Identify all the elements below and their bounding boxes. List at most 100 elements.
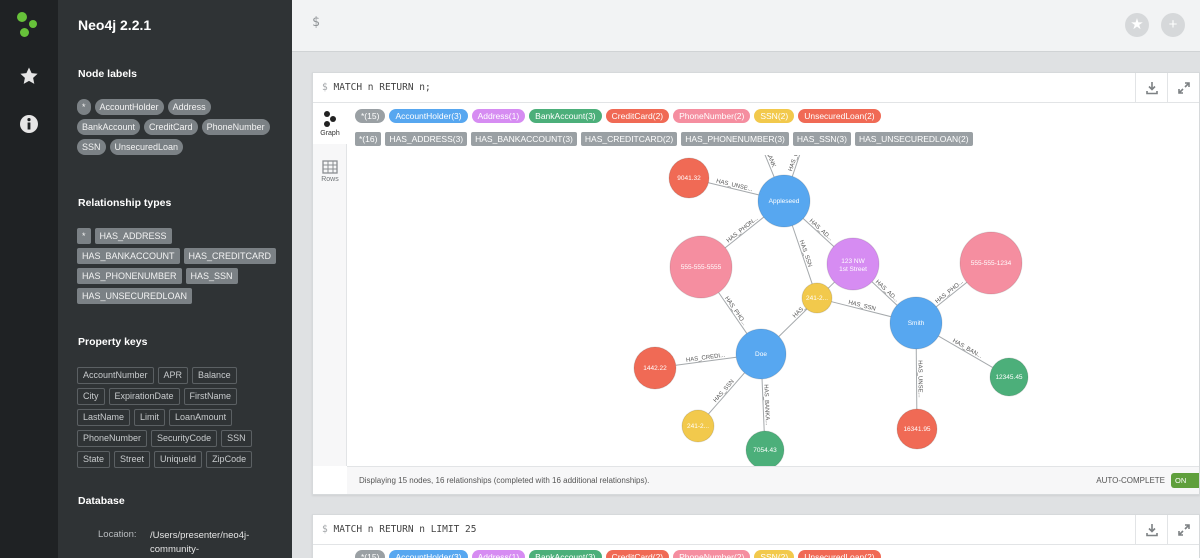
graph-canvas[interactable]: HAS_UNSE...HAS_PHON... HAS_AD...HAS_SSNHA… [348,155,1200,467]
relationship-edge[interactable]: BANK [761,155,776,178]
property-key-chip-phonenumber[interactable]: PhoneNumber [77,430,148,447]
property-key-chip-accountnumber[interactable]: AccountNumber [77,367,154,384]
relationship-edge[interactable]: HAS_PHO... [718,292,748,334]
expand-icon[interactable] [1167,515,1199,545]
node-label-chip-accountholder[interactable]: AccountHolder [94,99,164,115]
relationship-type-chip-has-bankaccount[interactable]: HAS_BANKACCOUNT [77,248,180,264]
graph-node-address[interactable]: 123 NW 1st Street [826,237,880,291]
graph-view-tab[interactable]: Graph [313,104,347,144]
legend-rel-16[interactable]: *(16) [355,132,382,146]
autocomplete-toggle[interactable]: ON [1171,473,1199,488]
legend-rel-has-bankaccount-3[interactable]: HAS_BANKACCOUNT(3) [471,132,577,146]
info-icon[interactable] [14,109,44,139]
property-key-chip-state[interactable]: State [77,451,111,468]
legend-label-address-1[interactable]: Address(1) [471,550,526,558]
legend-label-bankaccount-3[interactable]: BankAccount(3) [529,550,602,558]
legend-label-creditcard-2[interactable]: CreditCard(2) [605,109,670,123]
download-icon[interactable] [1135,515,1167,545]
graph-node-ssn1[interactable]: 241-2... [801,282,833,314]
property-key-chip-city[interactable]: City [77,388,105,405]
relationship-edge[interactable]: HAS_PHON... [724,216,764,249]
legend-label-accountholder-3[interactable]: AccountHolder(3) [389,109,468,123]
node-label-chip-bankaccount[interactable]: BankAccount [77,119,141,135]
relationship-type-chip-has-ssn[interactable]: HAS_SSN [185,268,238,284]
property-key-chip-balance[interactable]: Balance [192,367,237,384]
relationship-type-chip-has-address[interactable]: HAS_ADDRESS [94,228,172,244]
relationship-type-chip-has-unsecuredloan[interactable]: HAS_UNSECUREDLOAN [77,288,193,304]
legend-rel-has-address-3[interactable]: HAS_ADDRESS(3) [385,132,468,146]
graph-node-smith[interactable]: Smith [889,296,943,350]
property-key-chip-expirationdate[interactable]: ExpirationDate [108,388,180,405]
graph-node-appleseed[interactable]: Appleseed [757,174,811,228]
query-editor[interactable]: $ ★ + [292,0,1200,52]
relationship-edge[interactable]: HAS_UNSE... [708,179,759,196]
relationship-type-chip-has-phonenumber[interactable]: HAS_PHONENUMBER [77,268,182,284]
run-query-plus-icon[interactable]: + [1161,13,1185,37]
property-key-chip-ssn[interactable]: SSN [221,430,252,447]
legend-label-ssn-2[interactable]: SSN(2) [754,550,795,558]
node-label-chip-phonenumber[interactable]: PhoneNumber [201,119,270,135]
graph-node-cc1[interactable]: 1442.22 [633,346,677,390]
graph-node-phone1[interactable]: 555-555-5555 [669,235,733,299]
graph-node-loan2[interactable]: 16341.95 [896,408,938,450]
node-label-chip-ssn[interactable]: SSN [77,139,106,155]
legend-label-phonenumber-2[interactable]: PhoneNumber(2) [673,109,751,123]
property-key-chip-firstname[interactable]: FirstName [183,388,238,405]
favorite-query-star-icon[interactable]: ★ [1125,13,1149,37]
frame-2-query[interactable]: $ MATCH n RETURN n LIMIT 25 [322,524,476,535]
relationship-edge[interactable]: HAS_BAN... [938,335,993,368]
graph-node-bank2[interactable]: 12345.45 [989,357,1029,397]
relationship-edge[interactable]: HAS_AD... [871,279,899,306]
legend-rel-has-phonenumber-3[interactable]: HAS_PHONENUMBER(3) [681,132,789,146]
graph-node-bank1[interactable]: 7054.43 [745,430,785,467]
relationship-edge[interactable]: HAS_SSN [831,300,891,318]
relationship-edge[interactable]: HAS_AD... [802,218,835,247]
legend-label-ssn-2[interactable]: SSN(2) [754,109,795,123]
graph-node-ssn2[interactable]: 241-2... [681,409,715,443]
relationship-type-chip-all[interactable]: * [77,228,91,244]
relationship-label: BANK [764,155,776,169]
legend-label-accountholder-3[interactable]: AccountHolder(3) [389,550,468,558]
property-key-chip-street[interactable]: Street [114,451,151,468]
legend-label-bankaccount-3[interactable]: BankAccount(3) [529,109,602,123]
relationship-edge[interactable]: HAS_CREDI... [675,353,737,366]
node-label-chip-creditcard[interactable]: CreditCard [144,119,198,135]
relationship-edge[interactable]: HAS_BANKA... [761,378,770,432]
download-icon[interactable] [1135,73,1167,103]
property-key-chip-loanamount[interactable]: LoanAmount [169,409,233,426]
legend-rel-has-unsecuredloan-2[interactable]: HAS_UNSECUREDLOAN(2) [854,132,973,146]
property-key-chip-limit[interactable]: Limit [134,409,166,426]
favorites-star-icon[interactable] [14,61,44,91]
relationship-edge[interactable]: HAS_SSN [708,372,745,415]
property-key-chip-lastname[interactable]: LastName [77,409,131,426]
property-key-chip-securitycode[interactable]: SecurityCode [151,430,218,447]
relationship-edge[interactable]: HAS_PHO... [935,279,968,308]
legend-label-unsecuredloan-2[interactable]: UnsecuredLoan(2) [798,109,881,123]
relationship-type-chip-has-creditcard[interactable]: HAS_CREDITCARD [183,248,277,264]
legend-label-15[interactable]: *(15) [355,109,386,123]
legend-label-15[interactable]: *(15) [355,550,386,558]
relationship-edge[interactable]: HAS_UNSE... [915,348,923,410]
legend-label-phonenumber-2[interactable]: PhoneNumber(2) [673,550,751,558]
expand-icon[interactable] [1167,73,1199,103]
icon-rail [0,0,58,558]
node-label-chip-all[interactable]: * [77,99,91,115]
graph-node-loan1[interactable]: 9041.32 [668,157,710,199]
legend-label-address-1[interactable]: Address(1) [471,109,526,123]
node-label-chip-address[interactable]: Address [167,99,211,115]
relationship-label: HAS_AD... [808,218,834,242]
legend-label-unsecuredloan-2[interactable]: UnsecuredLoan(2) [798,550,881,558]
node-label-chip-unsecuredloan[interactable]: UnsecuredLoan [109,139,184,155]
legend-rel-has-creditcard-2[interactable]: HAS_CREDITCARD(2) [580,132,678,146]
legend-rel-has-ssn-3[interactable]: HAS_SSN(3) [792,132,851,146]
relationship-edge[interactable]: HAS_CR [788,155,803,177]
graph-node-phone2[interactable]: 555-555-1234 [959,231,1023,295]
rows-view-tab[interactable]: Rows [313,154,347,194]
frame-query[interactable]: $ MATCH n RETURN n; [322,82,431,93]
relationship-edge[interactable]: HAS_SSN [791,225,813,284]
property-key-chip-uniqueid[interactable]: UniqueId [154,451,203,468]
property-key-chip-zipcode[interactable]: ZipCode [206,451,253,468]
graph-node-doe[interactable]: Doe [735,328,787,380]
legend-label-creditcard-2[interactable]: CreditCard(2) [605,550,670,558]
property-key-chip-apr[interactable]: APR [157,367,189,384]
